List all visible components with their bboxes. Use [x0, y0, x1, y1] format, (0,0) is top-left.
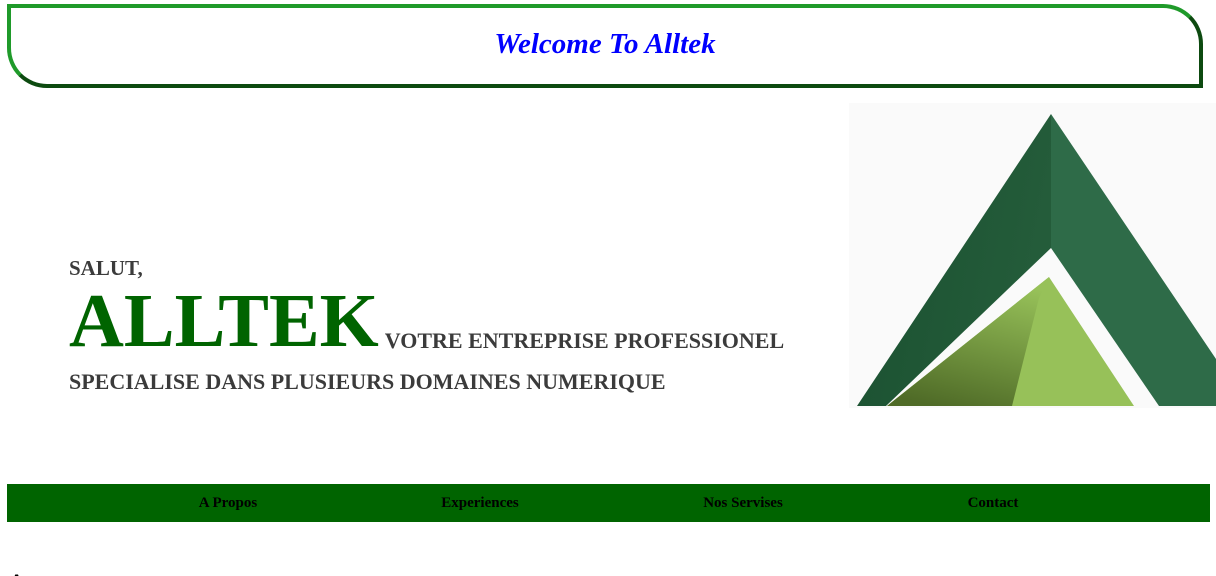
logo-panel — [849, 103, 1216, 408]
hero-section: SALUT, ALLTEK VOTRE ENTREPRISE PROFESSIO… — [69, 250, 784, 400]
nav-item-nos-servises[interactable]: Nos Servises — [703, 484, 783, 522]
heading-glyph-fragment: p — [114, 568, 129, 576]
next-section-heading-peek: A p — [6, 556, 206, 576]
nav-item-experiences[interactable]: Experiences — [441, 484, 518, 522]
main-nav: A Propos Experiences Nos Servises Contac… — [7, 484, 1210, 522]
nav-item-contact[interactable]: Contact — [968, 484, 1019, 522]
page-title: Welcome To Alltek — [494, 27, 716, 60]
header-banner: Welcome To Alltek — [7, 4, 1203, 88]
heading-glyph-fragment: A — [6, 568, 28, 576]
hero-tagline: VOTRE ENTREPRISE PROFESSIONEL — [384, 328, 785, 353]
hero-brand-line: ALLTEK VOTRE ENTREPRISE PROFESSIONEL — [69, 279, 785, 363]
hero-subtitle: SPECIALISE DANS PLUSIEURS DOMAINES NUMER… — [69, 369, 666, 394]
nav-item-a-propos[interactable]: A Propos — [199, 484, 257, 522]
alltek-triangle-logo-icon — [857, 114, 1216, 406]
hero-brand: ALLTEK — [69, 279, 379, 363]
